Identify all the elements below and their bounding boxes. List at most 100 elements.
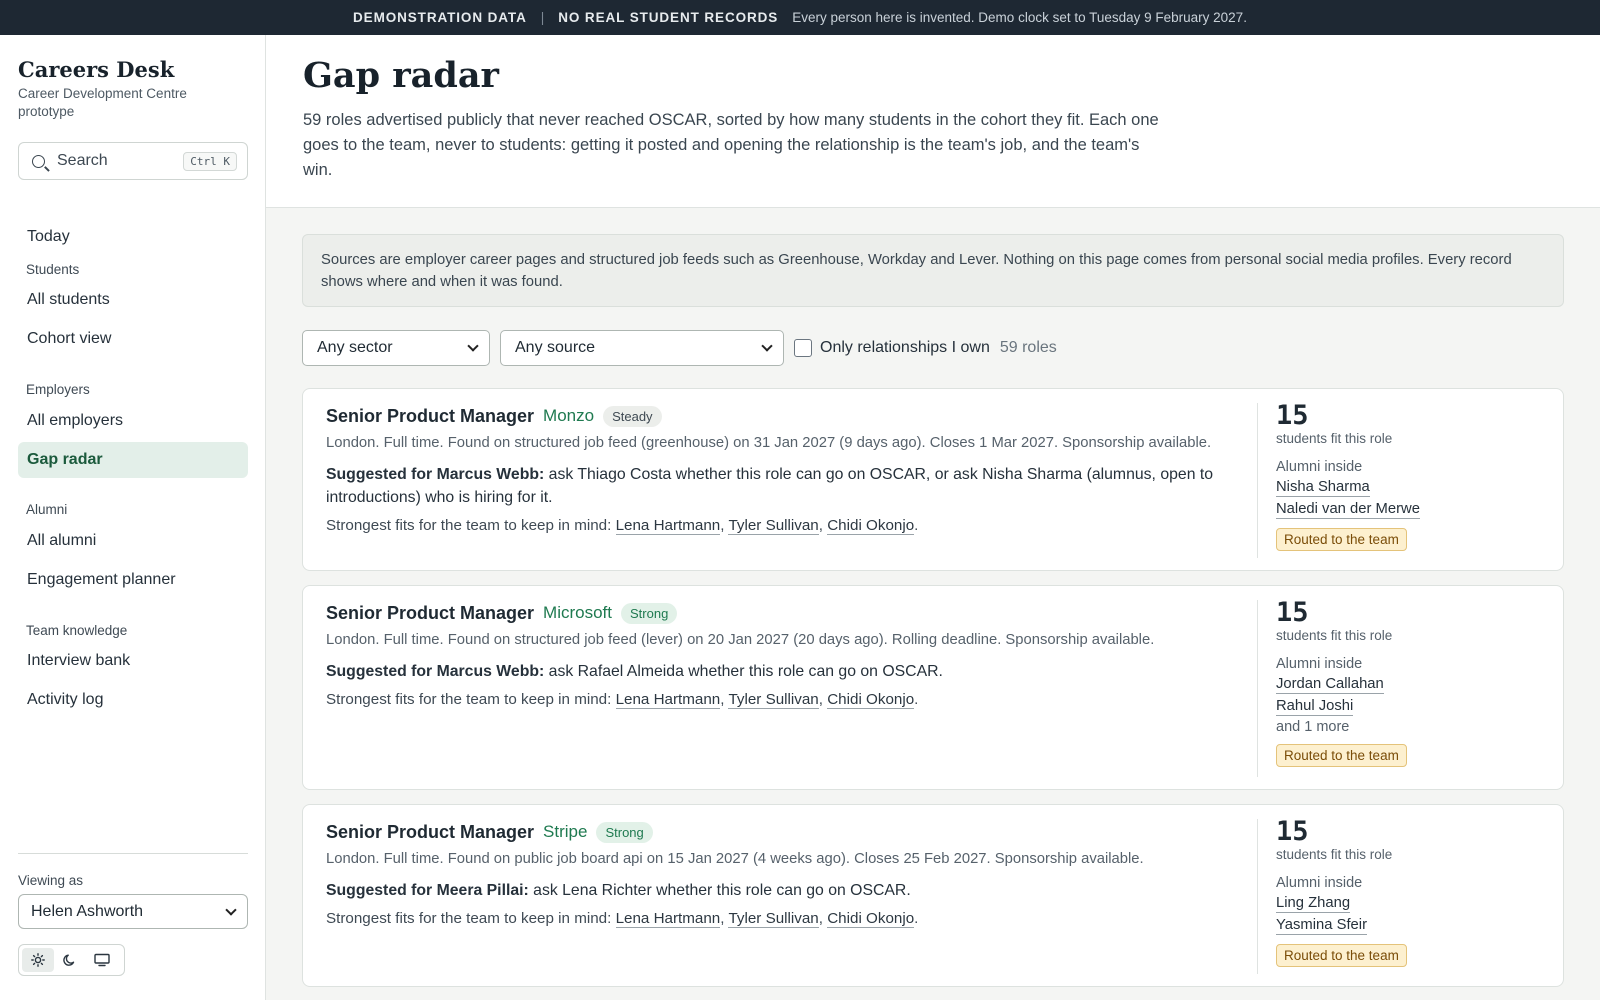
- strongest-fits: Strongest fits for the team to keep in m…: [326, 910, 919, 928]
- sidebar-item-activity-log[interactable]: Activity log: [18, 682, 248, 718]
- alumni-label: Alumni inside: [1276, 875, 1363, 891]
- role-suggestion: Suggested for Marcus Webb: ask Thiago Co…: [326, 463, 1236, 509]
- source-filter-select[interactable]: Any source: [500, 330, 784, 366]
- role-meta: London. Full time. Found on public job b…: [326, 851, 1144, 867]
- role-card: Senior Product Manager Monzo Steady Lond…: [302, 388, 1564, 571]
- filter-bar: Any sector Any source Only relationships…: [302, 330, 1057, 366]
- suggestion-lead: Suggested for Meera Pillai:: [326, 882, 529, 899]
- role-suggestion: Suggested for Marcus Webb: ask Rafael Al…: [326, 660, 1236, 683]
- alumnus-link[interactable]: Nisha Sharma: [1276, 478, 1370, 497]
- alumnus-link[interactable]: Naledi van der Merwe: [1276, 500, 1420, 519]
- only-mine-label[interactable]: Only relationships I own: [820, 339, 990, 357]
- demo-banner: DEMONSTRATION DATA | NO REAL STUDENT REC…: [0, 0, 1600, 35]
- page-title: Gap radar: [303, 55, 499, 96]
- alumnus-link[interactable]: Yasmina Sfeir: [1276, 916, 1368, 935]
- source-filter-value: Any source: [515, 339, 596, 356]
- nav-group-employers: Employers: [26, 382, 90, 397]
- student-link[interactable]: Tyler Sullivan: [728, 517, 819, 535]
- viewing-as-select[interactable]: Helen Ashworth: [18, 894, 248, 929]
- suggestion-text: ask Lena Richter whether this role can g…: [528, 882, 911, 899]
- sidebar-item-cohort-view[interactable]: Cohort view: [18, 321, 248, 357]
- alumnus-link[interactable]: Rahul Joshi: [1276, 697, 1354, 716]
- fit-count: 15: [1276, 597, 1309, 628]
- banner-note: Every person here is invented. Demo cloc…: [792, 10, 1247, 25]
- sidebar-divider: [18, 853, 248, 854]
- sidebar-item-engagement-planner[interactable]: Engagement planner: [18, 562, 248, 598]
- role-card: Senior Product Manager Microsoft Strong …: [302, 585, 1564, 790]
- sidebar: Careers Desk Career Development Centre p…: [0, 35, 266, 1000]
- employer-link[interactable]: Monzo: [543, 406, 594, 426]
- role-meta: London. Full time. Found on structured j…: [326, 435, 1212, 451]
- banner-demo-label: DEMONSTRATION DATA: [353, 10, 527, 25]
- student-link[interactable]: Chidi Okonjo: [827, 517, 915, 535]
- alumni-more: and 1 more: [1276, 719, 1350, 735]
- theme-system-button[interactable]: [86, 948, 118, 972]
- search-shortcut: Ctrl K: [183, 151, 237, 171]
- search-button[interactable]: Search Ctrl K: [18, 142, 248, 180]
- theme-dark-button[interactable]: [54, 948, 86, 972]
- relationship-badge: Strong: [621, 602, 678, 624]
- theme-toggle: [18, 944, 125, 976]
- role-title[interactable]: Senior Product Manager: [326, 822, 534, 843]
- student-link[interactable]: Lena Hartmann: [615, 691, 721, 709]
- sidebar-item-all-alumni[interactable]: All alumni: [18, 523, 248, 559]
- relationship-badge: Strong: [596, 821, 653, 843]
- banner-no-records-label: NO REAL STUDENT RECORDS: [558, 10, 779, 25]
- fit-count: 15: [1276, 400, 1309, 431]
- alumni-label: Alumni inside: [1276, 459, 1363, 475]
- role-title[interactable]: Senior Product Manager: [326, 603, 534, 624]
- fits-prefix: Strongest fits for the team to keep in m…: [326, 517, 616, 534]
- alumni-label: Alumni inside: [1276, 656, 1363, 672]
- search-icon: [32, 154, 45, 168]
- viewing-as-value: Helen Ashworth: [31, 902, 144, 920]
- sun-icon: [31, 953, 45, 967]
- role-card-main: Senior Product Manager Microsoft Strong …: [326, 600, 1236, 711]
- student-link[interactable]: Chidi Okonjo: [827, 691, 915, 709]
- suggestion-text: ask Rafael Almeida whether this role can…: [544, 663, 943, 680]
- fit-count: 15: [1276, 816, 1309, 847]
- fit-label: students fit this role: [1276, 431, 1393, 446]
- search-label: Search: [57, 152, 108, 169]
- theme-light-button[interactable]: [22, 948, 54, 972]
- role-card: Senior Product Manager Stripe Strong Lon…: [302, 804, 1564, 987]
- role-meta: London. Full time. Found on structured j…: [326, 632, 1155, 648]
- sidebar-item-interview-bank[interactable]: Interview bank: [18, 643, 248, 679]
- role-suggestion: Suggested for Meera Pillai: ask Lena Ric…: [326, 879, 1236, 902]
- sidebar-item-all-employers[interactable]: All employers: [18, 403, 248, 439]
- fits-prefix: Strongest fits for the team to keep in m…: [326, 691, 616, 708]
- status-badge: Routed to the team: [1276, 744, 1407, 767]
- nav-group-students: Students: [26, 262, 80, 277]
- sidebar-item-gap-radar[interactable]: Gap radar: [18, 442, 248, 478]
- sector-filter-select[interactable]: Any sector: [302, 330, 490, 366]
- suggestion-lead: Suggested for Marcus Webb:: [326, 663, 545, 680]
- relationship-badge: Steady: [603, 405, 662, 427]
- nav-group-alumni: Alumni: [26, 502, 68, 517]
- chevron-down-icon: [467, 340, 479, 352]
- student-link[interactable]: Lena Hartmann: [615, 517, 721, 535]
- card-divider: [1257, 819, 1258, 974]
- sidebar-item-today[interactable]: Today: [18, 219, 248, 255]
- alumnus-link[interactable]: Ling Zhang: [1276, 894, 1351, 913]
- employer-link[interactable]: Microsoft: [543, 603, 612, 623]
- employer-link[interactable]: Stripe: [543, 822, 587, 842]
- status-badge: Routed to the team: [1276, 528, 1407, 551]
- student-link[interactable]: Tyler Sullivan: [728, 691, 819, 709]
- brand-title[interactable]: Careers Desk: [18, 57, 174, 82]
- role-card-side: 15 students fit this role Alumni inside …: [1276, 817, 1546, 967]
- chevron-down-icon: [761, 340, 773, 352]
- card-divider: [1257, 403, 1258, 558]
- monitor-icon: [94, 953, 110, 967]
- alumnus-link[interactable]: Jordan Callahan: [1276, 675, 1384, 694]
- student-link[interactable]: Tyler Sullivan: [728, 910, 819, 928]
- strongest-fits: Strongest fits for the team to keep in m…: [326, 517, 919, 535]
- student-link[interactable]: Chidi Okonjo: [827, 910, 915, 928]
- fit-label: students fit this role: [1276, 847, 1393, 862]
- moon-icon: [63, 954, 75, 966]
- role-count: 59 roles: [999, 339, 1057, 356]
- fits-prefix: Strongest fits for the team to keep in m…: [326, 910, 616, 927]
- sidebar-item-all-students[interactable]: All students: [18, 282, 248, 318]
- student-link[interactable]: Lena Hartmann: [615, 910, 721, 928]
- role-title[interactable]: Senior Product Manager: [326, 406, 534, 427]
- page-header: Gap radar 59 roles advertised publicly t…: [266, 35, 1600, 208]
- only-mine-checkbox[interactable]: [794, 339, 812, 357]
